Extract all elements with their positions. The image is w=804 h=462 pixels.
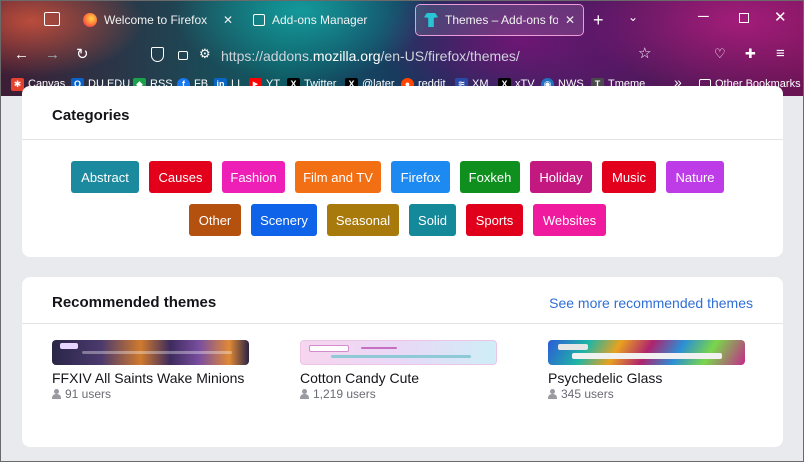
category-scenery[interactable]: Scenery bbox=[251, 204, 317, 236]
tab-themes[interactable]: Themes – Add-ons for Firef ✕ bbox=[415, 4, 584, 36]
theme-icon bbox=[424, 13, 438, 27]
theme-card-cotton-candy[interactable]: Cotton Candy Cute 1,219 users bbox=[300, 340, 498, 401]
canvas-icon: ✱ bbox=[11, 77, 24, 91]
theme-name: FFXIV All Saints Wake Minions bbox=[52, 370, 245, 386]
users-count: 1,219 users bbox=[313, 387, 376, 401]
navigation-toolbar: ← → ↻ ⚙ https://addons.mozilla.org/en-US… bbox=[1, 39, 803, 73]
recommended-heading: Recommended themes bbox=[52, 294, 217, 311]
user-icon bbox=[548, 389, 557, 399]
lock-icon[interactable] bbox=[178, 51, 188, 60]
users-count: 345 users bbox=[561, 387, 614, 401]
page-content: Categories Abstract Causes Fashion Film … bbox=[1, 86, 803, 461]
theme-card-psychedelic-glass[interactable]: Psychedelic Glass 345 users bbox=[548, 340, 746, 401]
users-count: 91 users bbox=[65, 387, 112, 401]
categories-card: Categories Abstract Causes Fashion Film … bbox=[22, 86, 783, 257]
close-tab-icon[interactable]: ✕ bbox=[223, 13, 233, 27]
permissions-icon[interactable]: ⚙ bbox=[199, 47, 211, 60]
back-icon[interactable]: ← bbox=[14, 47, 29, 62]
category-holiday[interactable]: Holiday bbox=[530, 161, 592, 193]
puzzle-icon bbox=[253, 14, 265, 26]
url-domain: mozilla.org bbox=[312, 48, 381, 64]
category-seasonal[interactable]: Seasonal bbox=[327, 204, 399, 236]
url-prefix: https://addons. bbox=[221, 48, 313, 64]
minimize-icon[interactable]: ─ bbox=[698, 9, 709, 24]
category-firefox[interactable]: Firefox bbox=[391, 161, 450, 193]
browser-chrome: Welcome to Firefox ✕ Add-ons Manager The… bbox=[1, 1, 803, 96]
user-icon bbox=[52, 389, 61, 399]
theme-name: Cotton Candy Cute bbox=[300, 370, 420, 386]
tab-list-overview-icon[interactable] bbox=[44, 12, 60, 26]
tab-welcome[interactable]: Welcome to Firefox ✕ bbox=[75, 5, 241, 35]
forward-icon[interactable]: → bbox=[45, 47, 60, 62]
theme-users: 91 users bbox=[52, 387, 250, 401]
tab-title: Add-ons Manager bbox=[272, 13, 368, 27]
close-tab-icon[interactable]: ✕ bbox=[565, 13, 575, 27]
bookmark-star-icon[interactable]: ☆ bbox=[638, 46, 651, 61]
see-more-recommended-link[interactable]: See more recommended themes bbox=[549, 295, 753, 311]
maximize-icon[interactable] bbox=[739, 13, 749, 23]
divider bbox=[22, 323, 783, 324]
menu-icon[interactable]: ≡ bbox=[776, 46, 785, 61]
url-path: /en-US/firefox/themes/ bbox=[380, 48, 520, 64]
category-music[interactable]: Music bbox=[602, 161, 656, 193]
user-icon bbox=[300, 389, 309, 399]
close-window-icon[interactable]: ✕ bbox=[774, 10, 787, 25]
shield-icon[interactable] bbox=[151, 47, 164, 62]
extensions-icon[interactable]: ✚ bbox=[745, 47, 756, 60]
divider bbox=[22, 139, 783, 140]
category-nature[interactable]: Nature bbox=[666, 161, 724, 193]
pocket-icon[interactable]: ♡ bbox=[714, 47, 726, 60]
theme-preview-image bbox=[300, 340, 497, 365]
category-abstract[interactable]: Abstract bbox=[71, 161, 139, 193]
theme-users: 345 users bbox=[548, 387, 746, 401]
tab-addons-manager[interactable]: Add-ons Manager bbox=[245, 5, 411, 35]
tab-bar: Welcome to Firefox ✕ Add-ons Manager The… bbox=[1, 1, 803, 39]
category-other[interactable]: Other bbox=[189, 204, 241, 236]
recommended-themes-card: Recommended themes See more recommended … bbox=[22, 277, 783, 447]
tab-title: Themes – Add-ons for Firef bbox=[445, 13, 558, 27]
new-tab-icon[interactable]: + bbox=[593, 11, 604, 29]
categories-heading: Categories bbox=[52, 107, 130, 124]
theme-preview-image bbox=[548, 340, 745, 365]
tab-title: Welcome to Firefox bbox=[104, 13, 208, 27]
tab-list-chevron-icon[interactable]: ⌄ bbox=[628, 11, 638, 23]
category-foxkeh[interactable]: Foxkeh bbox=[460, 161, 520, 193]
firefox-icon bbox=[83, 13, 97, 27]
category-fashion[interactable]: Fashion bbox=[222, 161, 285, 193]
theme-card-ffxiv[interactable]: FFXIV All Saints Wake Minions 91 users bbox=[52, 340, 250, 401]
url-bar[interactable]: https://addons.mozilla.org/en-US/firefox… bbox=[221, 48, 520, 64]
category-websites[interactable]: Websites bbox=[533, 204, 606, 236]
reload-icon[interactable]: ↻ bbox=[76, 47, 89, 62]
category-causes[interactable]: Causes bbox=[149, 161, 212, 193]
category-sports[interactable]: Sports bbox=[466, 204, 523, 236]
theme-preview-image bbox=[52, 340, 249, 365]
theme-users: 1,219 users bbox=[300, 387, 498, 401]
category-film-and-tv[interactable]: Film and TV bbox=[295, 161, 381, 193]
theme-name: Psychedelic Glass bbox=[548, 370, 663, 386]
category-solid[interactable]: Solid bbox=[409, 204, 456, 236]
